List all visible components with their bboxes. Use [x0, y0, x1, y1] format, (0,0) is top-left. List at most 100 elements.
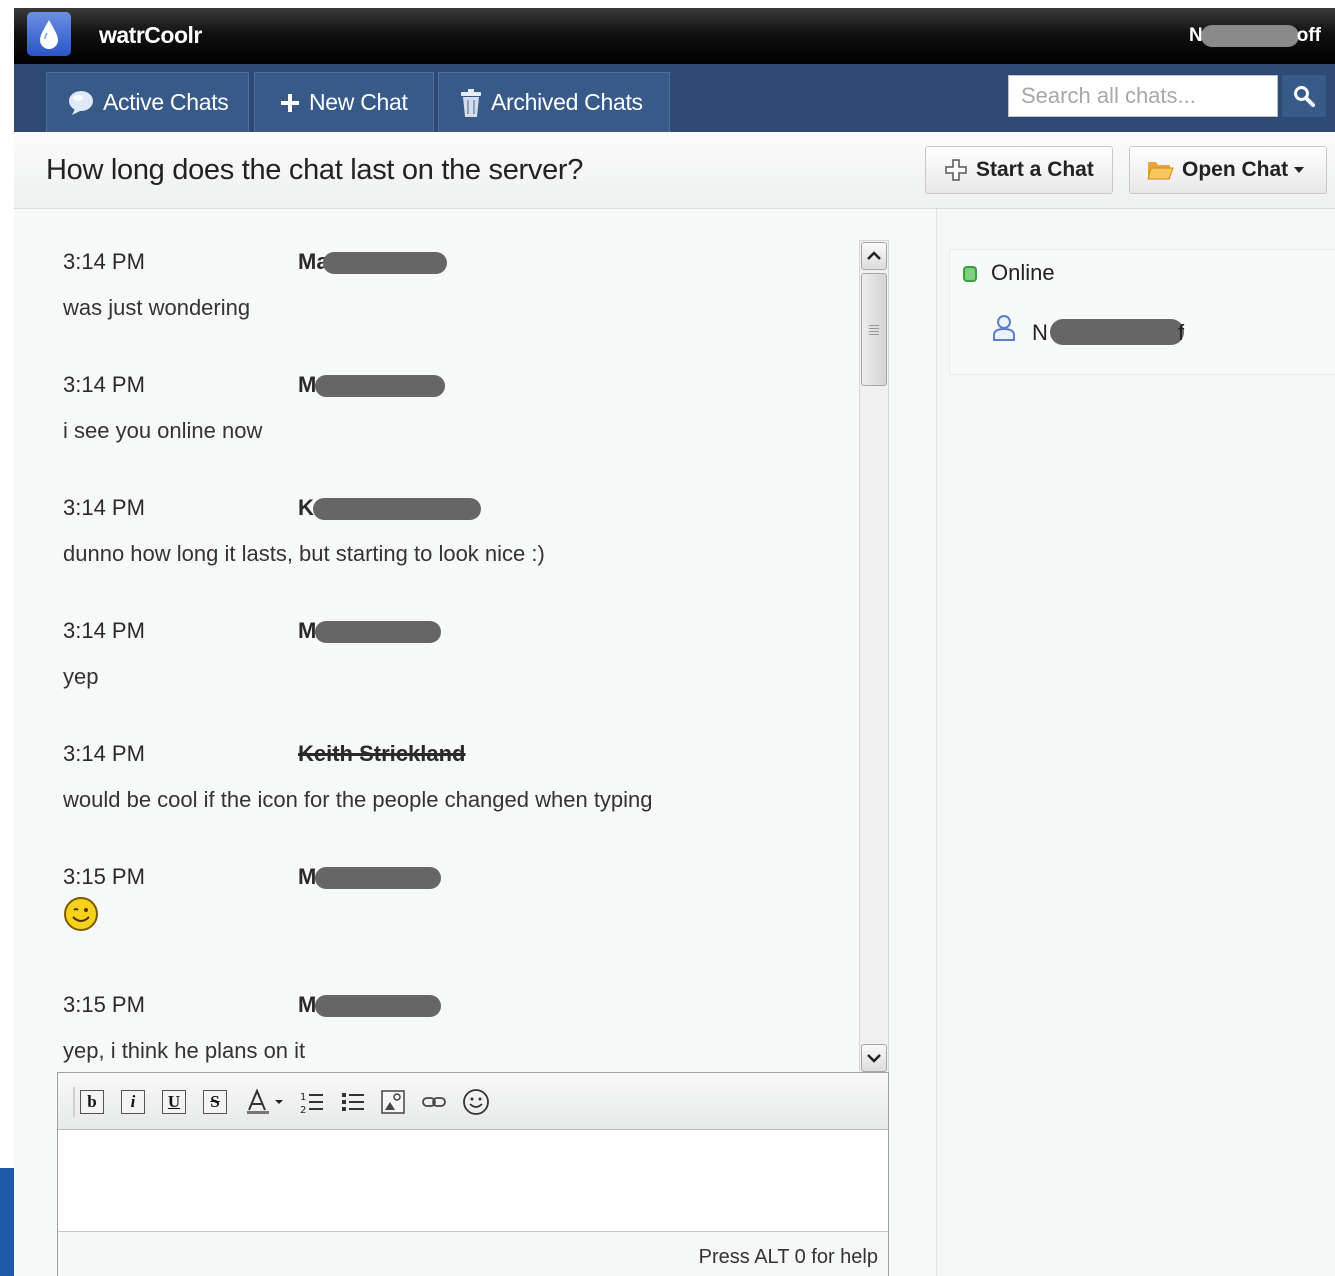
online-user-suffix: f — [1178, 320, 1185, 345]
tab-active-chats[interactable]: Active Chats — [46, 72, 249, 132]
message-text: yep — [63, 664, 99, 689]
message-author: M — [298, 372, 317, 397]
online-status-icon — [963, 266, 977, 282]
top-bar: watrCoolr N off — [14, 8, 1335, 64]
bold-button[interactable]: b — [78, 1088, 106, 1116]
message-input[interactable] — [58, 1130, 888, 1231]
message-time: 3:15 PM — [63, 992, 145, 1017]
scroll-thumb[interactable] — [861, 273, 887, 386]
editor-status-bar: Press ALT 0 for help — [58, 1231, 888, 1276]
water-drop-icon — [40, 20, 58, 49]
tab-label: Archived Chats — [491, 89, 643, 115]
redacted-name — [315, 995, 441, 1017]
message-text: i see you online now — [63, 418, 263, 443]
plus-icon — [279, 92, 301, 114]
chat-title: How long does the chat last on the serve… — [46, 154, 584, 186]
redacted-name — [315, 867, 441, 889]
toolbar-divider — [73, 1087, 75, 1117]
search-button[interactable] — [1282, 75, 1326, 117]
message-text: would be cool if the icon for the people… — [63, 787, 653, 812]
chevron-down-icon — [867, 1054, 881, 1063]
redacted-name — [1200, 25, 1299, 47]
scroll-up-button[interactable] — [861, 242, 887, 270]
add-outline-icon — [944, 158, 968, 182]
online-user-prefix: N — [1032, 320, 1048, 345]
message-time: 3:14 PM — [63, 372, 145, 397]
message-author: M — [298, 992, 317, 1017]
image-icon — [381, 1090, 405, 1114]
chat-bubble-icon — [67, 90, 95, 116]
message-time: 3:14 PM — [63, 618, 145, 643]
message-editor: b i U S 1 2 Press ALT 0 for help — [57, 1072, 889, 1276]
app-title: watrCoolr — [99, 22, 202, 48]
start-chat-button[interactable]: Start a Chat — [925, 146, 1113, 194]
emoticon-button[interactable] — [462, 1088, 490, 1116]
numbered-list-icon: 1 2 — [300, 1092, 323, 1115]
tab-archived-chats[interactable]: Archived Chats — [438, 72, 670, 132]
strikethrough-icon: S — [203, 1090, 227, 1114]
bullet-list-icon — [342, 1093, 364, 1111]
nav-bar: Active Chats New Chat Archived Chats — [14, 64, 1335, 132]
app-window: watrCoolr N off Active Chats New Chat Ar… — [14, 8, 1335, 1276]
chevron-down-icon — [1294, 167, 1305, 173]
redacted-name — [1050, 319, 1184, 345]
message-scrollbar[interactable] — [859, 240, 889, 1074]
user-name-suffix: off — [1296, 25, 1321, 46]
underline-button[interactable]: U — [160, 1088, 188, 1116]
participants-panel: Online N f — [936, 209, 1335, 1276]
font-color-icon — [247, 1088, 283, 1114]
online-list: Online N f — [949, 249, 1335, 375]
chevron-up-icon — [867, 251, 881, 260]
svg-text:1: 1 — [300, 1092, 306, 1103]
message-author: M — [298, 618, 317, 643]
help-hint: Press ALT 0 for help — [698, 1246, 878, 1268]
italic-icon: i — [121, 1090, 145, 1114]
tab-new-chat[interactable]: New Chat — [254, 72, 434, 132]
redacted-name — [313, 498, 481, 520]
current-user-menu[interactable]: N off — [1189, 25, 1321, 47]
font-color-button[interactable] — [244, 1088, 290, 1116]
svg-text:2: 2 — [300, 1105, 306, 1115]
insert-link-button[interactable] — [420, 1088, 448, 1116]
tab-label: Active Chats — [103, 89, 229, 115]
background-window-edge — [0, 1168, 14, 1276]
smiley-icon — [463, 1089, 489, 1115]
wink-smiley-icon — [63, 896, 99, 937]
message-text: dunno how long it lasts, but starting to… — [63, 541, 545, 566]
start-chat-label: Start a Chat — [976, 158, 1094, 181]
underline-icon: U — [162, 1090, 186, 1114]
open-chat-dropdown[interactable]: Open Chat — [1129, 146, 1327, 194]
search-icon — [1294, 86, 1315, 107]
italic-button[interactable]: i — [119, 1088, 147, 1116]
folder-open-icon — [1146, 158, 1174, 182]
message-time: 3:14 PM — [63, 741, 145, 766]
chat-header: How long does the chat last on the serve… — [14, 132, 1335, 209]
redacted-name — [323, 252, 447, 274]
message-text: was just wondering — [63, 295, 251, 320]
message-time: 3:14 PM — [63, 249, 145, 274]
tab-label: New Chat — [309, 89, 408, 115]
user-icon — [992, 314, 1016, 347]
open-chat-label: Open Chat — [1182, 158, 1289, 181]
redacted-name — [315, 375, 445, 397]
online-user[interactable]: N f — [1032, 319, 1184, 346]
message-author: K — [298, 495, 314, 520]
scroll-down-button[interactable] — [861, 1044, 887, 1072]
grip-icon — [869, 324, 879, 335]
strikethrough-button[interactable]: S — [201, 1088, 229, 1116]
search-input[interactable] — [1008, 75, 1278, 117]
insert-image-button[interactable] — [379, 1088, 407, 1116]
message-list: 3:14 PM Ma was just wondering 3:14 PM M … — [14, 209, 859, 1069]
message-time: 3:14 PM — [63, 495, 145, 520]
link-icon — [422, 1097, 446, 1107]
message-text: yep, i think he plans on it — [63, 1038, 306, 1063]
numbered-list-button[interactable]: 1 2 — [298, 1088, 326, 1116]
message-author: M — [298, 864, 317, 889]
logo — [27, 12, 71, 56]
trash-icon — [459, 88, 483, 118]
bold-icon: b — [80, 1090, 104, 1114]
bullet-list-button[interactable] — [339, 1088, 367, 1116]
online-heading: Online — [991, 260, 1055, 285]
editor-toolbar: b i U S 1 2 — [58, 1073, 888, 1130]
message-time: 3:15 PM — [63, 864, 145, 889]
